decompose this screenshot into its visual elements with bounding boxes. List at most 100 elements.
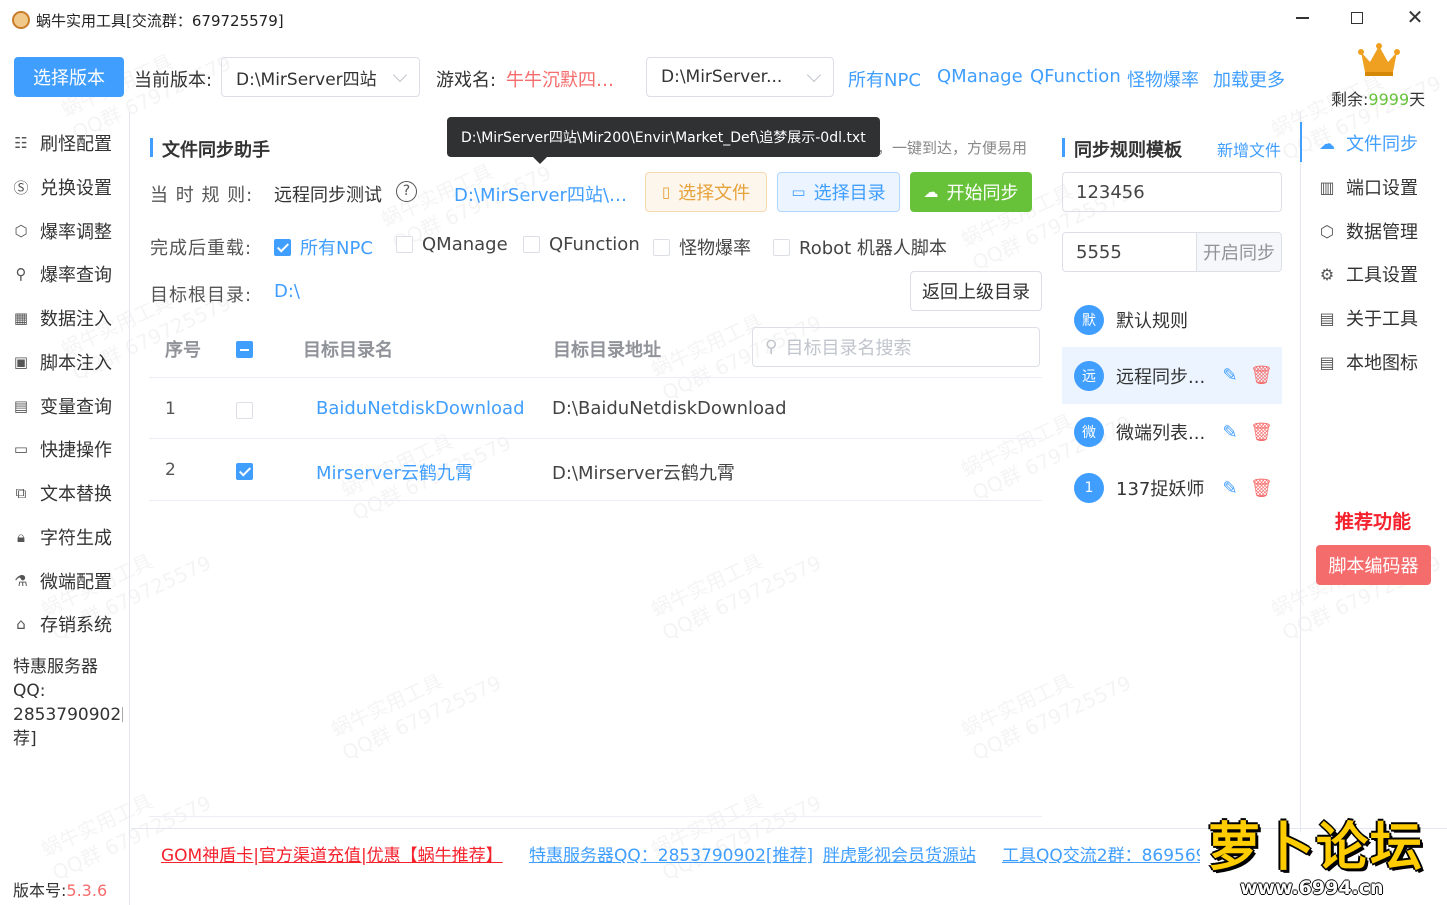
- header-link-load-more[interactable]: 加载更多: [1213, 66, 1285, 92]
- right-nav-label: 文件同步: [1346, 134, 1418, 155]
- checkbox[interactable]: [274, 238, 291, 256]
- row-checkbox[interactable]: [236, 463, 253, 480]
- table-header: 序号 目标目录名 目标目录地址 ⚲ 目标目录名搜索: [149, 316, 1042, 378]
- col-header-path: 目标目录地址: [553, 340, 661, 361]
- script-encoder-button[interactable]: 脚本编码器: [1316, 545, 1431, 585]
- promo-line: 特惠服务器: [13, 657, 98, 677]
- footer-link-video[interactable]: 胖虎影视会员货源站: [823, 841, 976, 866]
- sidebar-item-text-replace[interactable]: ⧉ 文本替换: [10, 480, 112, 506]
- title-bar: 蜗牛实用工具[交流群：679725579] ✕: [0, 0, 1447, 38]
- version-info: 版本号:5.3.6: [13, 877, 107, 901]
- select-all-checkbox[interactable]: [236, 341, 253, 358]
- rule-item-micro-list[interactable]: 微 微端列表... ✎ 🗑︎: [1062, 407, 1282, 457]
- sidebar-item-store-system[interactable]: ⌂ 存销系统: [10, 611, 112, 637]
- crown-icon: [1358, 43, 1400, 76]
- back-parent-dir-button[interactable]: 返回上级目录: [910, 271, 1042, 311]
- row-index: 2: [165, 460, 176, 480]
- add-file-link[interactable]: 新增文件: [1217, 137, 1281, 161]
- sidebar-item-exchange[interactable]: Ⓢ 兑换设置: [10, 174, 112, 200]
- dir-search-input[interactable]: ⚲ 目标目录名搜索: [752, 327, 1040, 367]
- sidebar-item-monster-config[interactable]: ☷ 刷怪配置: [10, 130, 112, 156]
- right-nav-tool-settings[interactable]: ⚙ 工具设置: [1316, 261, 1418, 287]
- edit-icon[interactable]: ✎: [1220, 365, 1240, 386]
- sidebar-item-quick-ops[interactable]: ▭ 快捷操作: [10, 436, 112, 462]
- right-nav-local-icons[interactable]: ▤ 本地图标: [1316, 349, 1418, 375]
- sidebar-item-data-inject[interactable]: ▦ 数据注入: [10, 305, 112, 331]
- right-nav-file-sync[interactable]: ☁ 文件同步: [1316, 130, 1418, 156]
- reload-option-monster-drop[interactable]: 怪物爆率: [653, 234, 751, 260]
- table-row[interactable]: 2 Mirserver云鹤九霄 D:\Mirserver云鹤九霄: [149, 439, 1042, 501]
- checkbox[interactable]: [523, 236, 540, 253]
- select-file-button[interactable]: ▯ 选择文件: [645, 172, 767, 212]
- script-icon: ▣: [13, 353, 29, 371]
- reload-option-robot[interactable]: Robot 机器人脚本: [773, 234, 947, 260]
- sidebar-item-micro-client[interactable]: ⚗ 微端配置: [10, 568, 112, 594]
- sidebar-item-drop-adjust[interactable]: ⬡ 爆率调整: [10, 218, 112, 244]
- select-file-label: 选择文件: [678, 183, 751, 204]
- sidebar-item-drop-query[interactable]: ⚲ 爆率查询: [10, 261, 113, 287]
- checkbox[interactable]: [653, 238, 670, 256]
- sidebar-item-variable-query[interactable]: ▤ 变量查询: [10, 393, 112, 419]
- microscope-icon: ⚗: [14, 572, 28, 590]
- row-dir-name[interactable]: Mirserver云鹤九霄: [316, 459, 473, 485]
- select-version-button[interactable]: 选择版本: [14, 57, 124, 97]
- reload-label: 完成后重载:: [150, 238, 253, 259]
- rule-item-remote-sync[interactable]: 远 远程同步... ✎ 🗑︎: [1062, 347, 1282, 404]
- reload-option-qmanage[interactable]: QManage: [396, 234, 508, 255]
- rule-input-2[interactable]: 5555: [1062, 232, 1197, 272]
- reload-option-all-npc[interactable]: 所有NPC: [274, 234, 373, 260]
- footer-link-server-qq[interactable]: 特惠服务器QQ：2853790902[推荐]: [529, 841, 813, 866]
- edit-icon[interactable]: ✎: [1220, 478, 1240, 499]
- path-select[interactable]: D:\MirServer...: [646, 57, 834, 97]
- checkbox[interactable]: [396, 236, 413, 253]
- enable-sync-button[interactable]: 开启同步: [1196, 232, 1282, 272]
- search-placeholder: 目标目录名搜索: [785, 338, 912, 359]
- start-sync-button[interactable]: ☁ 开始同步: [910, 172, 1032, 212]
- trash-icon[interactable]: 🗑︎: [1250, 422, 1273, 443]
- box-icon: ⬡: [1320, 221, 1334, 241]
- sidebar-item-label: 爆率查询: [40, 265, 112, 286]
- minimize-button[interactable]: [1290, 6, 1314, 30]
- close-button[interactable]: ✕: [1403, 5, 1427, 29]
- sidebar-item-script-inject[interactable]: ▣ 脚本注入: [10, 349, 112, 375]
- maximize-button[interactable]: [1345, 6, 1369, 30]
- current-version-label: 当前版本:: [134, 70, 213, 91]
- header-link-qfunction[interactable]: QFunction: [1030, 66, 1121, 87]
- footer-link-qq-group[interactable]: 工具QQ交流2群：869569: [1002, 841, 1200, 866]
- help-icon[interactable]: ?: [396, 181, 417, 202]
- current-path-link[interactable]: D:\MirServer四站\Mi...: [454, 181, 634, 207]
- sidebar-item-label: 兑换设置: [40, 178, 112, 199]
- reload-option-qfunction[interactable]: QFunction: [523, 234, 640, 255]
- edit-icon[interactable]: ✎: [1220, 422, 1240, 443]
- cloud-upload-icon: ☁: [923, 183, 939, 201]
- row-checkbox[interactable]: [236, 402, 253, 419]
- monster-icon: ☷: [14, 134, 28, 152]
- rule-item-137[interactable]: 1 137捉妖师 ✎ 🗑︎: [1062, 463, 1282, 513]
- game-name-value: 牛牛沉默四站...: [506, 70, 631, 91]
- right-nav-port-settings[interactable]: ▥ 端口设置: [1316, 174, 1418, 200]
- table-row[interactable]: 1 BaiduNetdiskDownload D:\BaiduNetdiskDo…: [149, 378, 1042, 439]
- path-select-value: D:\MirServer...: [661, 67, 783, 87]
- current-version-value: D:\MirServer四站: [236, 69, 377, 90]
- select-dir-button[interactable]: ▭ 选择目录: [777, 172, 900, 212]
- header-link-qmanage[interactable]: QManage: [937, 66, 1023, 87]
- row-dir-name[interactable]: BaiduNetdiskDownload: [316, 398, 525, 419]
- sidebar-item-label: 爆率调整: [40, 222, 112, 243]
- right-nav-about[interactable]: ▤ 关于工具: [1316, 305, 1418, 331]
- site-logo: 萝卜论坛 www.6994.cn: [1200, 805, 1440, 901]
- header-link-monster-drop[interactable]: 怪物爆率: [1127, 66, 1199, 92]
- right-nav-data-manage[interactable]: ⬡ 数据管理: [1316, 218, 1418, 244]
- trash-icon[interactable]: 🗑︎: [1250, 365, 1273, 386]
- trash-icon[interactable]: 🗑︎: [1250, 478, 1273, 499]
- sidebar-promo[interactable]: 特惠服务器 QQ: 2853790902[推 荐]: [13, 655, 123, 751]
- target-root-value[interactable]: D:\: [274, 281, 300, 302]
- search-icon: ⚲: [15, 265, 27, 283]
- rule-input-1[interactable]: 123456: [1062, 172, 1282, 212]
- app-logo-icon: [12, 11, 30, 29]
- sidebar-item-char-gen[interactable]: 🔒︎ 字符生成: [10, 524, 112, 550]
- checkbox[interactable]: [773, 238, 790, 256]
- rule-item-default[interactable]: 默 默认规则: [1062, 295, 1282, 345]
- current-version-select[interactable]: D:\MirServer四站: [221, 57, 420, 97]
- footer-link-gom[interactable]: GOM神盾卡|官方渠道充值|优惠【蜗牛推荐】: [161, 841, 503, 866]
- header-link-all-npc[interactable]: 所有NPC: [848, 66, 921, 92]
